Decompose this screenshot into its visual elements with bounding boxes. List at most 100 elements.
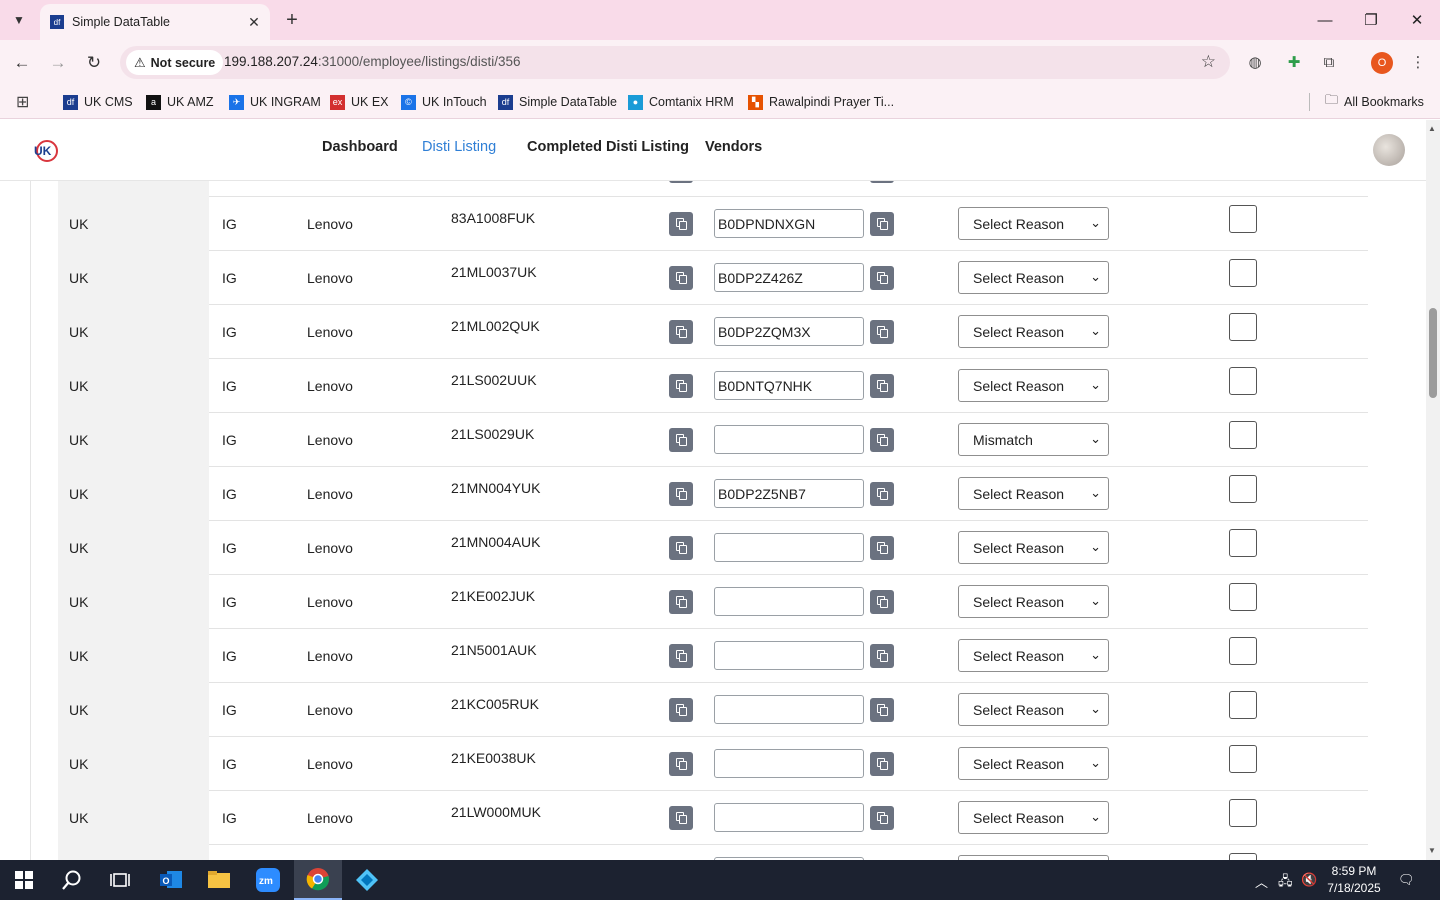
reason-select[interactable]: Select Reason ⌄ xyxy=(958,639,1109,672)
asin-input[interactable] xyxy=(714,263,864,292)
reason-select[interactable]: Select Reason ⌄ xyxy=(958,801,1109,834)
copy-asin-icon[interactable] xyxy=(870,212,894,236)
outlook-icon[interactable]: O xyxy=(147,860,195,900)
reason-select[interactable]: Select Reason ⌄ xyxy=(958,369,1109,402)
tab-search-chevron-icon[interactable]: ▼ xyxy=(7,8,31,32)
network-icon[interactable]: 🖧 xyxy=(1278,872,1293,894)
tab-close-icon[interactable]: ✕ xyxy=(242,10,266,34)
bookmark-item[interactable]: ex UK EX xyxy=(330,92,389,112)
uk-logo-icon[interactable]: UK xyxy=(33,138,59,164)
bookmark-item[interactable]: a UK AMZ xyxy=(146,92,214,112)
bookmark-item[interactable]: ✈ UK INGRAM xyxy=(229,92,321,112)
row-checkbox[interactable] xyxy=(1229,205,1257,233)
row-checkbox[interactable] xyxy=(1229,529,1257,557)
copy-asin-icon[interactable] xyxy=(870,806,894,830)
back-arrow-icon[interactable]: ← xyxy=(8,49,36,77)
new-tab-plus-icon[interactable]: + xyxy=(280,8,304,32)
reload-icon[interactable]: ↻ xyxy=(80,49,108,77)
copy-asin-icon[interactable] xyxy=(870,320,894,344)
asin-input[interactable] xyxy=(714,641,864,670)
chrome-icon[interactable] xyxy=(294,860,342,900)
nav-disti-listing[interactable]: Disti Listing xyxy=(422,139,496,155)
copy-asin-icon[interactable] xyxy=(870,482,894,506)
user-avatar[interactable] xyxy=(1373,134,1405,166)
reason-select[interactable]: Select Reason ⌄ xyxy=(958,693,1109,726)
volume-muted-icon[interactable]: 🔇 xyxy=(1301,872,1317,888)
asin-input[interactable] xyxy=(714,425,864,454)
copy-asin-icon[interactable] xyxy=(870,752,894,776)
asin-input[interactable] xyxy=(714,695,864,724)
copy-sku-icon[interactable] xyxy=(669,806,693,830)
bookmark-item[interactable]: df Simple DataTable xyxy=(498,92,617,112)
copy-sku-icon[interactable] xyxy=(669,536,693,560)
row-checkbox[interactable] xyxy=(1229,583,1257,611)
file-explorer-icon[interactable] xyxy=(195,860,243,900)
row-checkbox[interactable] xyxy=(1229,475,1257,503)
row-checkbox[interactable] xyxy=(1229,367,1257,395)
row-checkbox[interactable] xyxy=(1229,259,1257,287)
row-checkbox[interactable] xyxy=(1229,691,1257,719)
copy-asin-icon[interactable] xyxy=(870,428,894,452)
reason-select[interactable]: Select Reason ⌄ xyxy=(958,207,1109,240)
nav-completed-disti-listing[interactable]: Completed Disti Listing xyxy=(527,139,689,155)
copy-sku-icon[interactable] xyxy=(669,428,693,452)
scrollbar-thumb[interactable] xyxy=(1429,308,1437,398)
bookmark-star-icon[interactable]: ☆ xyxy=(1201,52,1216,72)
scroll-up-arrow-icon[interactable]: ▲ xyxy=(1428,124,1436,133)
tray-chevron-up-icon[interactable]: ︿ xyxy=(1255,872,1268,891)
copy-sku-icon[interactable] xyxy=(669,266,693,290)
globe-icon[interactable]: ◍ xyxy=(1243,50,1267,74)
windows-start-icon[interactable] xyxy=(0,860,48,900)
asin-input[interactable] xyxy=(714,371,864,400)
all-bookmarks-button[interactable]: 🗀 All Bookmarks xyxy=(1325,92,1424,112)
copy-asin-icon[interactable] xyxy=(870,266,894,290)
nav-dashboard[interactable]: Dashboard xyxy=(322,139,398,155)
copy-asin-icon[interactable] xyxy=(870,590,894,614)
reason-select[interactable]: Mismatch ⌄ xyxy=(958,423,1109,456)
asin-input[interactable] xyxy=(714,479,864,508)
window-minimize-icon[interactable]: — xyxy=(1302,0,1348,40)
bookmark-item[interactable]: df UK CMS xyxy=(63,92,133,112)
apps-grid-icon[interactable]: ⊞ xyxy=(16,92,29,112)
reason-select[interactable]: Select Reason ⌄ xyxy=(958,315,1109,348)
zoom-icon[interactable]: zm xyxy=(244,860,292,900)
bookmark-item[interactable]: ▚ Rawalpindi Prayer Ti... xyxy=(748,92,894,112)
security-chip[interactable]: ⚠ Not secure xyxy=(126,50,224,75)
taskbar-clock[interactable]: 8:59 PM 7/18/2025 xyxy=(1318,863,1390,897)
copy-sku-icon[interactable] xyxy=(669,482,693,506)
copy-sku-icon[interactable] xyxy=(669,752,693,776)
scroll-down-arrow-icon[interactable]: ▼ xyxy=(1428,846,1436,855)
url-text[interactable]: 199.188.207.24:31000/employee/listings/d… xyxy=(224,54,520,69)
address-bar[interactable]: ⚠ Not secure 199.188.207.24:31000/employ… xyxy=(120,46,1230,79)
row-checkbox[interactable] xyxy=(1229,745,1257,773)
asin-input[interactable] xyxy=(714,209,864,238)
row-checkbox[interactable] xyxy=(1229,799,1257,827)
row-checkbox[interactable] xyxy=(1229,421,1257,449)
row-checkbox[interactable] xyxy=(1229,637,1257,665)
app-diamond-icon[interactable] xyxy=(343,860,391,900)
copy-sku-icon[interactable] xyxy=(669,644,693,668)
copy-asin-icon[interactable] xyxy=(870,536,894,560)
asin-input[interactable] xyxy=(714,533,864,562)
asin-input[interactable] xyxy=(714,749,864,778)
forward-arrow-icon[interactable]: → xyxy=(44,49,72,77)
asin-input[interactable] xyxy=(714,803,864,832)
copy-sku-icon[interactable] xyxy=(669,212,693,236)
asin-input[interactable] xyxy=(714,587,864,616)
copy-sku-icon[interactable] xyxy=(669,374,693,398)
copy-asin-icon[interactable] xyxy=(870,698,894,722)
search-icon[interactable] xyxy=(48,860,96,900)
reason-select[interactable]: Select Reason ⌄ xyxy=(958,531,1109,564)
bookmark-item[interactable]: ● Comtanix HRM xyxy=(628,92,734,112)
window-restore-icon[interactable]: ❐ xyxy=(1348,0,1394,40)
row-checkbox[interactable] xyxy=(1229,313,1257,341)
reason-select[interactable]: Select Reason ⌄ xyxy=(958,261,1109,294)
copy-sku-icon[interactable] xyxy=(669,320,693,344)
copy-asin-icon[interactable] xyxy=(870,374,894,398)
window-close-icon[interactable]: ✕ xyxy=(1394,0,1440,40)
profile-avatar[interactable]: O xyxy=(1371,52,1393,74)
extension-puzzle-green-icon[interactable]: ✚ xyxy=(1282,50,1306,74)
nav-vendors[interactable]: Vendors xyxy=(705,139,762,155)
bookmark-item[interactable]: © UK InTouch xyxy=(401,92,487,112)
page-scrollbar[interactable]: ▲ ▼ xyxy=(1426,120,1440,860)
